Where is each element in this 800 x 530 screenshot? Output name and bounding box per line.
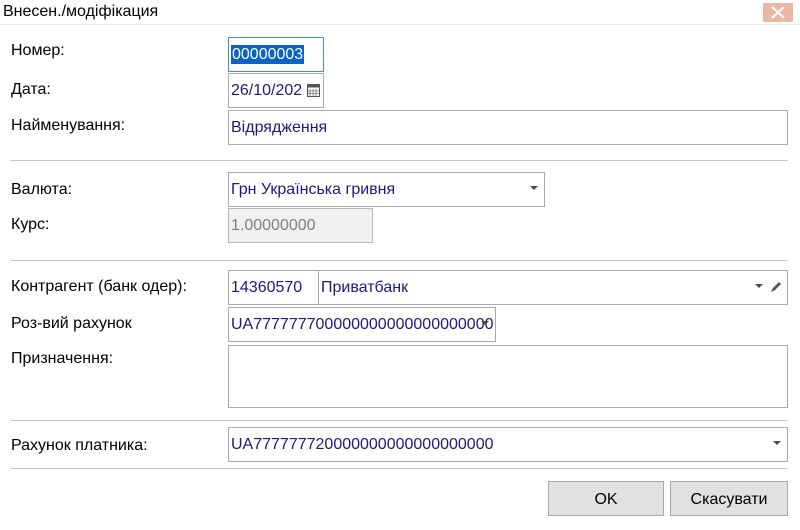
close-icon bbox=[771, 6, 785, 19]
divider bbox=[11, 260, 788, 261]
name-label: Найменування: bbox=[11, 117, 126, 134]
date-value: 26/10/202 bbox=[231, 82, 303, 99]
counterparty-name-value: Приватбанк bbox=[321, 279, 409, 296]
rate-value: 1.00000000 bbox=[231, 217, 316, 234]
divider bbox=[11, 468, 788, 469]
number-field[interactable]: 00000003 bbox=[228, 37, 324, 72]
purpose-textarea[interactable] bbox=[228, 345, 788, 408]
currency-value: Грн Українська гривня bbox=[231, 181, 396, 198]
number-value: 00000003 bbox=[231, 45, 305, 64]
chevron-down-icon[interactable] bbox=[530, 186, 538, 190]
chevron-down-icon[interactable] bbox=[481, 321, 489, 325]
chevron-down-icon[interactable] bbox=[755, 284, 763, 288]
rate-label: Курс: bbox=[11, 216, 50, 233]
cancel-button[interactable]: Скасувати bbox=[670, 481, 788, 516]
date-label: Дата: bbox=[11, 81, 51, 98]
divider bbox=[11, 160, 788, 161]
payer-account-value: UA777777720000000000000000000 bbox=[231, 436, 494, 453]
divider bbox=[11, 420, 788, 421]
title-bar: Внесен./модіфікация bbox=[0, 0, 800, 25]
name-value: Відрядження bbox=[231, 119, 328, 136]
ok-button[interactable]: OK bbox=[548, 481, 664, 516]
name-field[interactable]: Відрядження bbox=[228, 110, 788, 145]
calendar-icon[interactable] bbox=[307, 84, 320, 97]
close-button[interactable] bbox=[763, 3, 793, 22]
rate-field: 1.00000000 bbox=[228, 208, 373, 243]
counterparty-name-select[interactable]: Приватбанк bbox=[318, 270, 788, 305]
counterparty-code-field[interactable]: 14360570 bbox=[228, 270, 322, 305]
currency-label: Валюта: bbox=[11, 181, 73, 198]
payer-account-select[interactable]: UA777777720000000000000000000 bbox=[228, 427, 788, 462]
currency-select[interactable]: Грн Українська гривня bbox=[228, 172, 545, 207]
settlement-account-value: UA777777700000000000000000000 bbox=[231, 316, 494, 333]
purpose-label: Призначення: bbox=[11, 350, 114, 367]
date-field[interactable]: 26/10/202 bbox=[228, 73, 324, 108]
counterparty-code-value: 14360570 bbox=[231, 279, 303, 296]
number-label: Номер: bbox=[11, 42, 65, 59]
window-title: Внесен./модіфікация bbox=[3, 3, 159, 20]
counterparty-label: Контрагент (банк одер): bbox=[11, 278, 187, 295]
pencil-icon[interactable] bbox=[770, 280, 783, 293]
settlement-account-select[interactable]: UA777777700000000000000000000 bbox=[228, 307, 496, 342]
settlement-account-label: Роз-вий рахунок bbox=[11, 315, 132, 332]
chevron-down-icon[interactable] bbox=[773, 441, 781, 445]
payer-account-label: Рахунок платника: bbox=[11, 437, 148, 454]
